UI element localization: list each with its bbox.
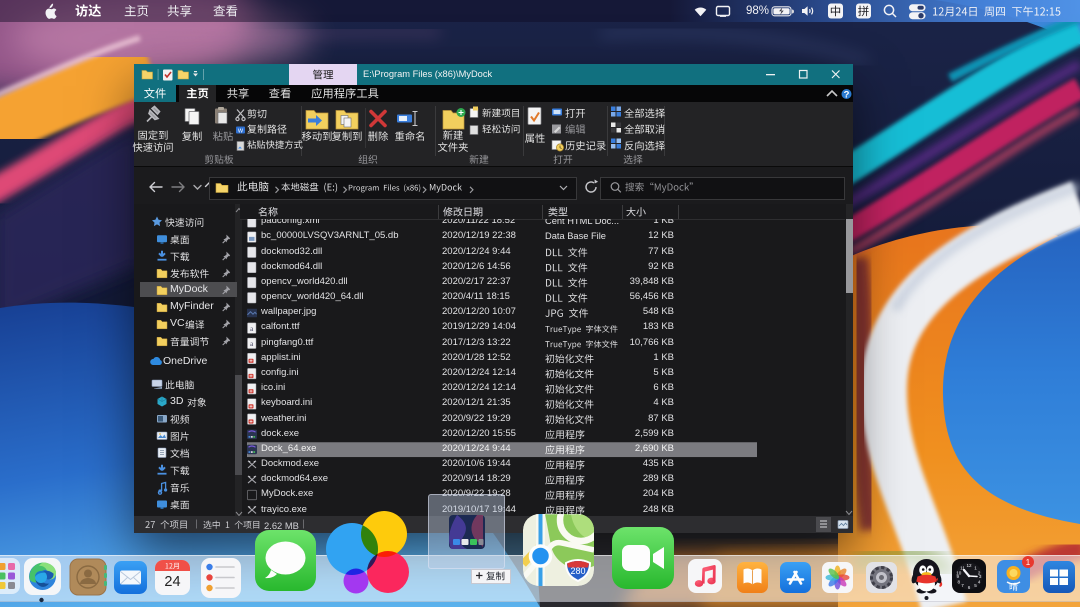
svg-text:5: 5	[974, 583, 977, 588]
svg-text:10: 10	[956, 570, 962, 575]
svg-text:1: 1	[1026, 558, 1031, 567]
svg-text:8: 8	[958, 579, 961, 584]
svg-text:1: 1	[974, 565, 977, 570]
svg-text:?: ?	[844, 89, 850, 100]
svg-text:6: 6	[968, 585, 971, 590]
svg-text:12: 12	[966, 563, 972, 568]
svg-text:280: 280	[570, 566, 585, 576]
svg-text:4: 4	[978, 579, 981, 584]
svg-text:W: W	[238, 128, 244, 134]
svg-text:7: 7	[961, 583, 964, 588]
